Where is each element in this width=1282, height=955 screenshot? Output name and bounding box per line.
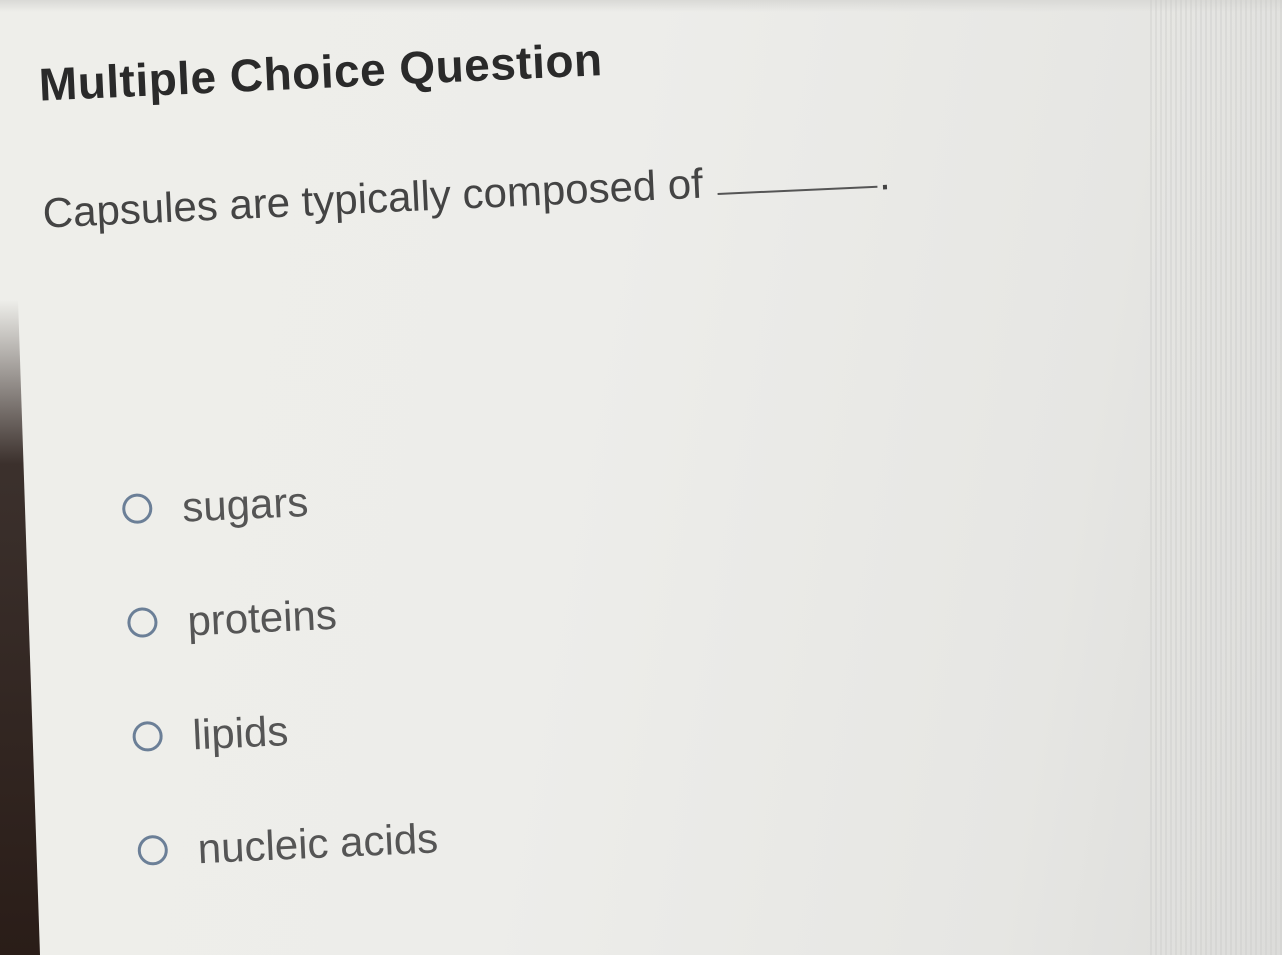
option-label[interactable]: nucleic acids bbox=[197, 814, 439, 873]
question-period: . bbox=[877, 151, 892, 199]
option-proteins[interactable]: proteins bbox=[126, 587, 431, 715]
answer-blank bbox=[717, 185, 878, 196]
question-panel: Multiple Choice Question Capsules are ty… bbox=[30, 0, 1282, 919]
radio-button[interactable] bbox=[126, 606, 159, 639]
option-lipids[interactable]: lipids bbox=[131, 700, 437, 828]
question-text: Capsules are typically composed of bbox=[41, 159, 704, 237]
answer-options: sugars proteins lipids nucleic acids bbox=[121, 473, 442, 942]
radio-button[interactable] bbox=[121, 492, 153, 525]
option-sugars[interactable]: sugars bbox=[121, 473, 426, 601]
option-label[interactable]: proteins bbox=[186, 591, 337, 646]
monitor-bezel bbox=[0, 300, 40, 955]
option-label[interactable]: sugars bbox=[181, 478, 309, 532]
option-label[interactable]: lipids bbox=[192, 707, 290, 759]
radio-button[interactable] bbox=[137, 834, 169, 866]
screen: Multiple Choice Question Capsules are ty… bbox=[0, 0, 1282, 955]
question-prompt: Capsules are typically composed of. bbox=[42, 151, 892, 237]
radio-button[interactable] bbox=[131, 720, 164, 753]
page-title: Multiple Choice Question bbox=[37, 33, 604, 111]
option-nucleic-acids[interactable]: nucleic acids bbox=[137, 814, 442, 942]
